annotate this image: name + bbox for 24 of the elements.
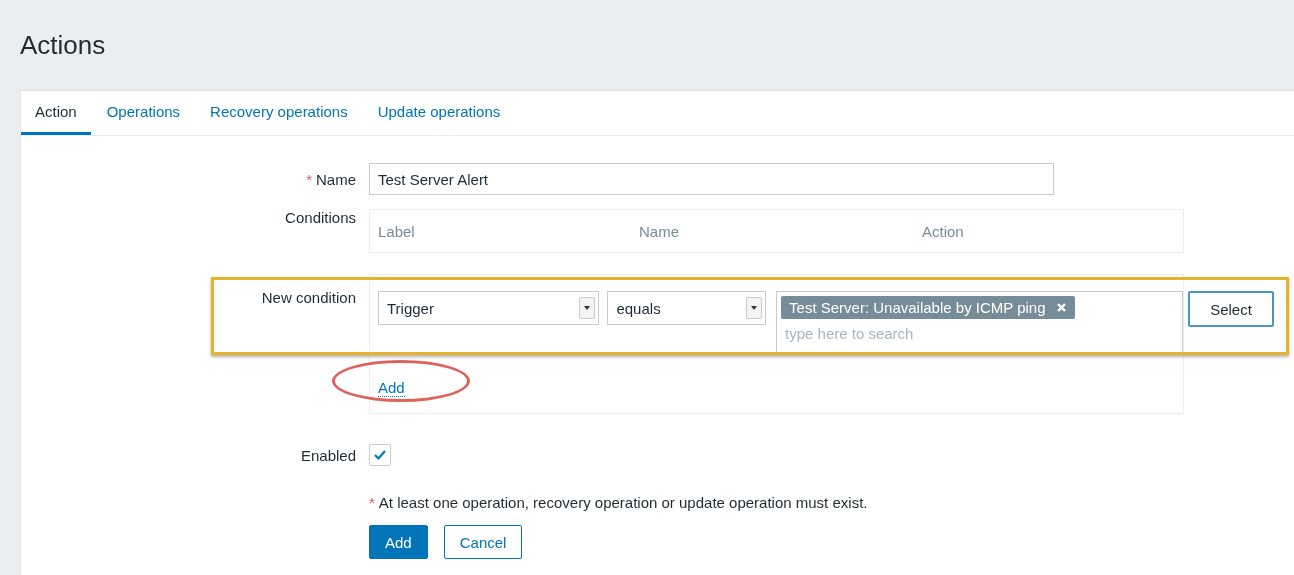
- column-header: Action: [922, 222, 965, 240]
- column-header: Name: [639, 222, 680, 240]
- page-title: Actions: [19, 29, 107, 62]
- check-icon: [373, 449, 387, 461]
- enabled-checkbox[interactable]: [369, 444, 391, 466]
- tab[interactable]: Recovery operations: [196, 91, 362, 135]
- field-label: Conditions: [285, 209, 356, 228]
- cancel-button[interactable]: Cancel: [443, 525, 523, 559]
- tab[interactable]: Operations: [92, 91, 195, 135]
- tag: Test Server: Unavailable by ICMP ping: [781, 296, 1075, 319]
- validation-note: * At least one operation, recovery operation or update operation must exist.: [369, 494, 869, 511]
- field-label: * Name: [306, 170, 356, 188]
- select-button[interactable]: Select: [1188, 291, 1274, 327]
- column-header: Label: [378, 222, 416, 240]
- field-label: Enabled: [300, 446, 356, 464]
- name-field[interactable]: Test Server Alert: [369, 163, 1054, 195]
- remove-icon[interactable]: [1055, 302, 1067, 313]
- operator-dropdown[interactable]: equals: [607, 291, 767, 325]
- tab[interactable]: Action: [21, 91, 91, 135]
- tab[interactable]: Update operations: [363, 91, 515, 135]
- type-dropdown[interactable]: Trigger: [378, 291, 600, 325]
- add-button[interactable]: Add: [369, 525, 428, 559]
- add-link[interactable]: Add: [378, 379, 405, 397]
- field-label: New condition: [261, 289, 356, 308]
